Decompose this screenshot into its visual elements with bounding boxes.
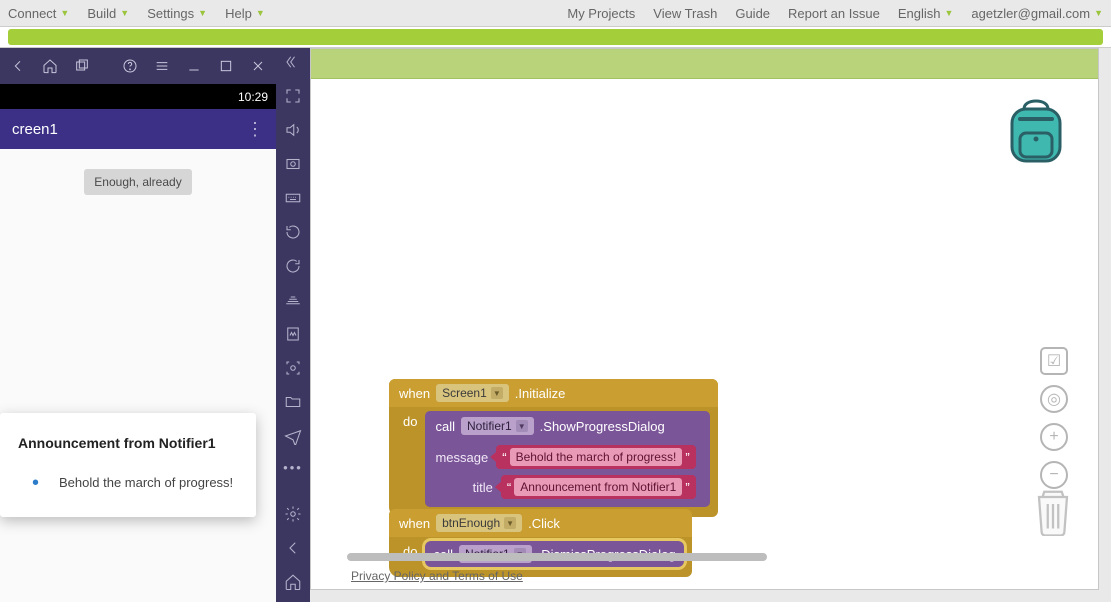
top-menu-bar: Connect▼ Build▼ Settings▼ Help▼ My Proje… bbox=[0, 0, 1111, 26]
fullscreen-icon[interactable] bbox=[283, 86, 303, 106]
block-call-showprogressdialog[interactable]: call Notifier1▼ .ShowProgressDialog mess… bbox=[425, 411, 709, 507]
backpack-icon[interactable] bbox=[1004, 99, 1068, 167]
link-report-issue[interactable]: Report an Issue bbox=[788, 6, 880, 21]
event-name: .Click bbox=[528, 516, 560, 531]
param-message-label: message bbox=[435, 450, 488, 465]
volume-icon[interactable] bbox=[283, 120, 303, 140]
phone-statusbar: 10:29 bbox=[0, 84, 276, 109]
emulator-side-rail: ••• bbox=[276, 48, 310, 602]
when-keyword: when bbox=[399, 516, 430, 531]
text-block-title[interactable]: “Announcement from Notifier1” bbox=[501, 475, 696, 499]
help-icon[interactable] bbox=[122, 58, 138, 74]
link-view-trash[interactable]: View Trash bbox=[653, 6, 717, 21]
do-keyword: do bbox=[403, 411, 417, 429]
call-keyword: call bbox=[435, 419, 455, 434]
phone-overflow-icon[interactable]: ⋮ bbox=[246, 119, 264, 140]
link-guide[interactable]: Guide bbox=[735, 6, 770, 21]
emulator-panel: 10:29 creen1 ⋮ Enough, already Announcem… bbox=[0, 48, 276, 602]
menu-build[interactable]: Build▼ bbox=[87, 6, 129, 21]
menu-help[interactable]: Help▼ bbox=[225, 6, 265, 21]
emulator-toolbar bbox=[0, 48, 276, 84]
apk-icon[interactable] bbox=[283, 324, 303, 344]
phone-body: Enough, already Announcement from Notifi… bbox=[0, 149, 276, 602]
menu-icon[interactable] bbox=[154, 58, 170, 74]
blocks-canvas[interactable]: ☑ ◎ + − when Screen1▼ .Initialize bbox=[311, 79, 1098, 589]
menu-user-account[interactable]: agetzler@gmail.com▼ bbox=[971, 6, 1103, 21]
keyboard-icon[interactable] bbox=[283, 188, 303, 208]
link-my-projects[interactable]: My Projects bbox=[567, 6, 635, 21]
canvas-controls: ☑ ◎ + − bbox=[1040, 347, 1068, 489]
phone-button-enough[interactable]: Enough, already bbox=[84, 169, 191, 195]
workspace-header-strip bbox=[311, 49, 1098, 79]
menu-language[interactable]: English▼ bbox=[898, 6, 954, 21]
back-icon[interactable] bbox=[10, 58, 26, 74]
block-screen1-initialize[interactable]: when Screen1▼ .Initialize do call N bbox=[389, 379, 718, 517]
privacy-link[interactable]: Privacy Policy and Terms of Use bbox=[351, 569, 523, 583]
event-name: .Initialize bbox=[515, 386, 566, 401]
text-block-message[interactable]: “Behold the march of progress!” bbox=[496, 445, 695, 469]
top-menu-left: Connect▼ Build▼ Settings▼ Help▼ bbox=[8, 6, 265, 21]
maximize-icon[interactable] bbox=[218, 58, 234, 74]
dialog-title: Announcement from Notifier1 bbox=[18, 435, 238, 451]
folder-icon[interactable] bbox=[283, 392, 303, 412]
top-menu-right: My Projects View Trash Guide Report an I… bbox=[567, 6, 1103, 21]
param-title-label: title bbox=[473, 480, 493, 495]
phone-time: 10:29 bbox=[238, 90, 268, 104]
rotate-right-icon[interactable] bbox=[283, 256, 303, 276]
component-dropdown-notifier1[interactable]: Notifier1▼ bbox=[461, 417, 534, 435]
home-icon[interactable] bbox=[42, 58, 58, 74]
progress-dialog: Announcement from Notifier1 • Behold the… bbox=[0, 413, 256, 517]
network-icon[interactable] bbox=[283, 290, 303, 310]
dialog-message: Behold the march of progress! bbox=[59, 475, 233, 490]
component-dropdown-btnenough[interactable]: btnEnough▼ bbox=[436, 514, 522, 532]
phone-screen-title: creen1 bbox=[12, 121, 58, 138]
secondary-toolbar bbox=[0, 26, 1111, 48]
block-btnenough-click[interactable]: when btnEnough▼ .Click do call Notifier1… bbox=[389, 509, 692, 577]
more-icon[interactable]: ••• bbox=[283, 460, 303, 475]
zoom-out-button[interactable]: − bbox=[1040, 461, 1068, 489]
close-icon[interactable] bbox=[250, 58, 266, 74]
when-keyword: when bbox=[399, 386, 430, 401]
menu-connect[interactable]: Connect▼ bbox=[8, 6, 69, 21]
checklist-button[interactable]: ☑ bbox=[1040, 347, 1068, 375]
phone-appbar: creen1 ⋮ bbox=[0, 109, 276, 149]
horizontal-scrollbar[interactable] bbox=[327, 553, 807, 563]
capture-icon[interactable] bbox=[283, 358, 303, 378]
component-dropdown-screen1[interactable]: Screen1▼ bbox=[436, 384, 509, 402]
menu-settings[interactable]: Settings▼ bbox=[147, 6, 207, 21]
minimize-icon[interactable] bbox=[186, 58, 202, 74]
airplane-icon[interactable] bbox=[283, 426, 303, 446]
rail-home-icon[interactable] bbox=[283, 572, 303, 592]
recenter-button[interactable]: ◎ bbox=[1040, 385, 1068, 413]
trash-icon[interactable] bbox=[1032, 486, 1074, 539]
collapse-icon[interactable] bbox=[283, 52, 303, 72]
rotate-left-icon[interactable] bbox=[283, 222, 303, 242]
screenshot-icon[interactable] bbox=[283, 154, 303, 174]
rail-back-icon[interactable] bbox=[283, 538, 303, 558]
windows-icon[interactable] bbox=[74, 58, 90, 74]
blocks-workspace[interactable]: ☑ ◎ + − when Screen1▼ .Initialize bbox=[310, 48, 1099, 590]
settings-gear-icon[interactable] bbox=[283, 504, 303, 524]
method-name: .ShowProgressDialog bbox=[540, 419, 665, 434]
zoom-in-button[interactable]: + bbox=[1040, 423, 1068, 451]
